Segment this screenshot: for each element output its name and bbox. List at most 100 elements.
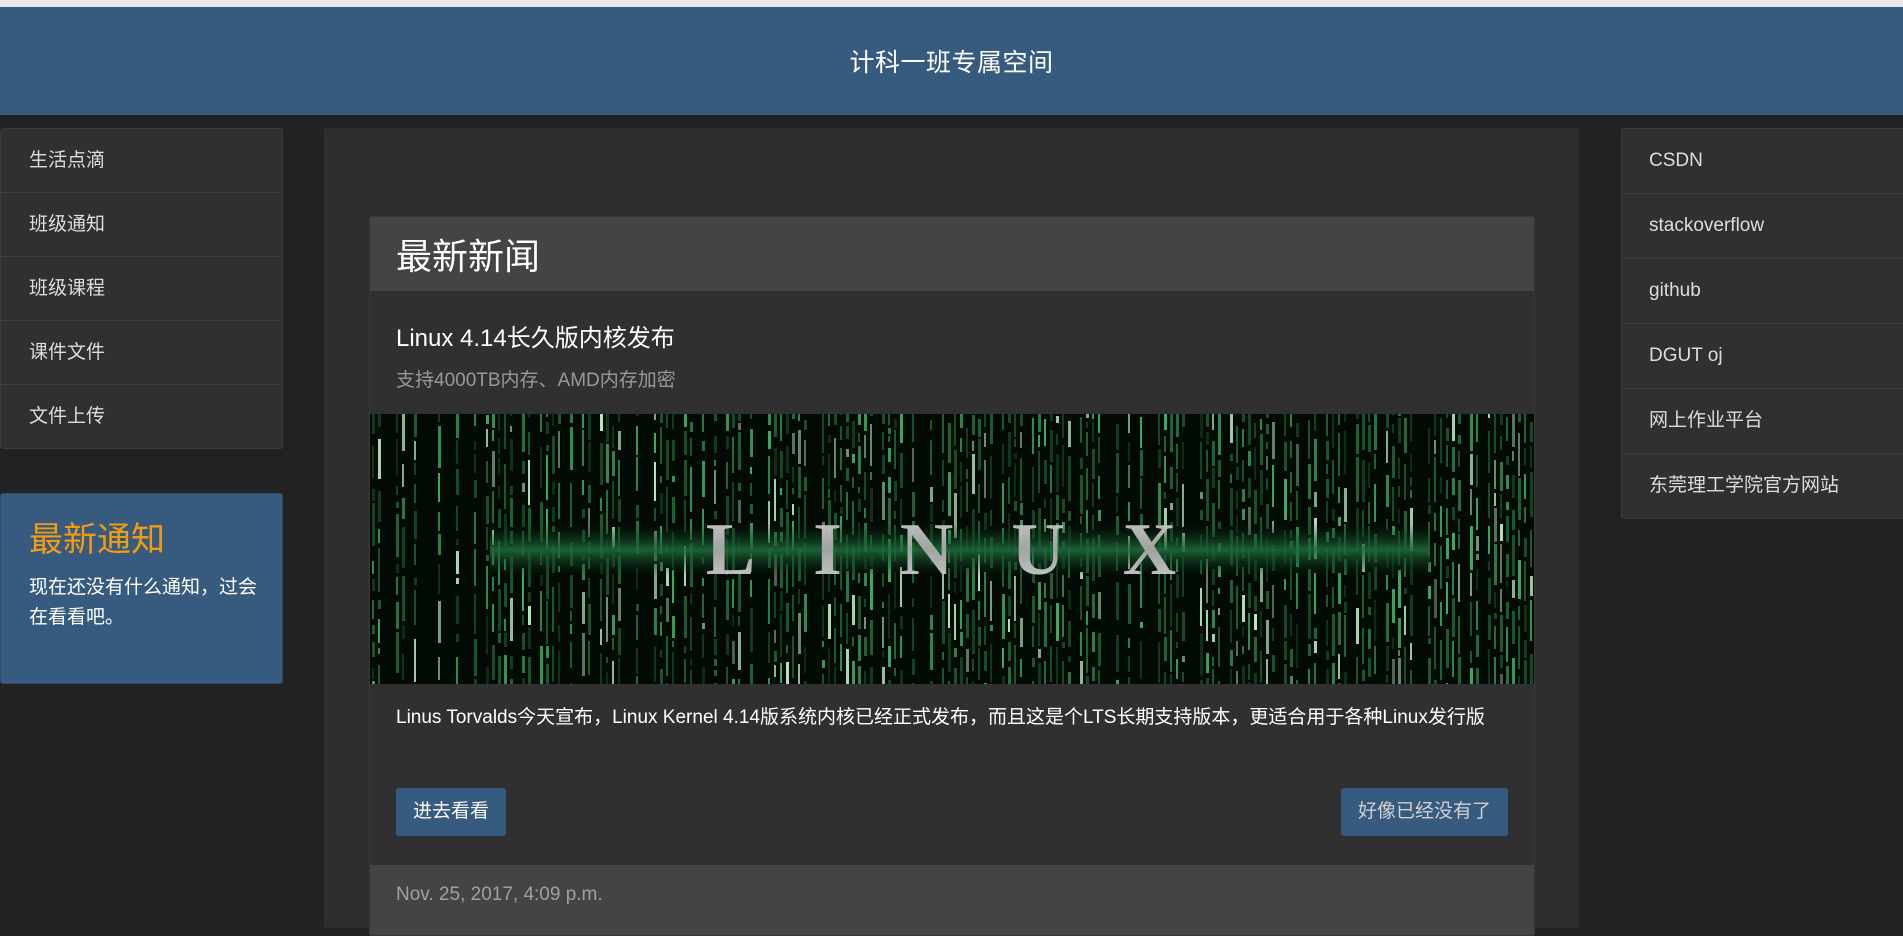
nav-item-file-upload[interactable]: 文件上传 — [1, 385, 282, 448]
matrix-rain-streak — [1326, 651, 1329, 660]
matrix-rain-streak — [558, 414, 561, 424]
matrix-rain-streak — [474, 512, 476, 544]
matrix-rain-streak — [738, 483, 741, 491]
matrix-rain-streak — [1512, 475, 1515, 498]
matrix-rain-streak — [792, 433, 795, 454]
nav-item-class-courses[interactable]: 班级课程 — [1, 257, 282, 321]
matrix-rain-streak — [834, 597, 836, 616]
matrix-rain-streak — [1344, 585, 1346, 597]
matrix-rain-streak — [894, 430, 896, 469]
matrix-rain-streak — [1098, 476, 1100, 499]
nav-item-class-notice[interactable]: 班级通知 — [1, 193, 282, 257]
matrix-rain-streak — [492, 577, 494, 591]
matrix-rain-streak — [1290, 472, 1292, 493]
matrix-rain-streak — [978, 648, 980, 680]
matrix-rain-streak — [1356, 457, 1359, 502]
no-more-button[interactable]: 好像已经没有了 — [1340, 788, 1508, 836]
matrix-rain-streak — [888, 436, 890, 442]
matrix-rain-streak — [1308, 420, 1310, 459]
matrix-rain-streak — [1458, 451, 1460, 467]
matrix-rain-streak — [612, 451, 615, 476]
matrix-rain-streak — [588, 485, 591, 503]
matrix-rain-streak — [966, 428, 968, 458]
matrix-rain-streak — [486, 496, 489, 524]
matrix-rain-streak — [1098, 414, 1100, 433]
enter-button[interactable]: 进去看看 — [396, 788, 507, 836]
matrix-rain-streak — [1392, 659, 1395, 684]
nav-item-course-files[interactable]: 课件文件 — [1, 321, 282, 385]
matrix-rain-streak — [618, 460, 620, 496]
matrix-rain-streak — [498, 633, 501, 643]
matrix-rain-streak — [1218, 460, 1221, 477]
matrix-rain-streak — [540, 414, 542, 432]
matrix-rain-streak — [852, 454, 855, 463]
link-github[interactable]: github — [1622, 259, 1903, 324]
matrix-rain-streak — [1434, 513, 1436, 531]
matrix-rain-graphic: LINUX — [370, 414, 1534, 684]
matrix-rain-streak — [768, 414, 771, 425]
matrix-rain-streak — [456, 551, 459, 574]
matrix-rain-streak — [1050, 605, 1052, 633]
matrix-rain-streak — [1434, 579, 1437, 618]
matrix-rain-streak — [972, 659, 974, 671]
matrix-rain-streak — [1032, 596, 1035, 623]
matrix-rain-streak — [1038, 613, 1040, 646]
matrix-rain-streak — [504, 633, 507, 647]
matrix-rain-streak — [1434, 440, 1436, 454]
matrix-rain-streak — [1524, 414, 1526, 443]
matrix-rain-streak — [1164, 597, 1166, 634]
link-dgut-oj[interactable]: DGUT oj — [1622, 324, 1903, 389]
matrix-rain-streak — [1086, 628, 1088, 673]
matrix-rain-streak — [822, 674, 824, 684]
matrix-rain-streak — [912, 618, 914, 651]
matrix-rain-streak — [1368, 414, 1370, 422]
matrix-rain-streak — [636, 615, 638, 640]
matrix-rain-streak — [636, 457, 638, 491]
matrix-rain-streak — [1296, 491, 1298, 520]
link-dgut-official-site[interactable]: 东莞理工学院官方网站 — [1622, 454, 1903, 518]
matrix-rain-streak — [552, 414, 554, 426]
matrix-rain-streak — [852, 595, 855, 625]
matrix-rain-streak — [750, 664, 753, 684]
matrix-rain-streak — [570, 483, 572, 527]
matrix-rain-streak — [1092, 414, 1094, 419]
matrix-rain-streak — [1470, 454, 1473, 485]
matrix-rain-streak — [1494, 460, 1496, 489]
link-homework-platform[interactable]: 网上作业平台 — [1622, 389, 1903, 454]
matrix-rain-streak — [780, 663, 782, 683]
matrix-rain-streak — [438, 473, 440, 502]
matrix-rain-streak — [870, 667, 873, 684]
matrix-rain-streak — [582, 430, 584, 466]
matrix-rain-streak — [1428, 428, 1430, 464]
left-nav: 生活点滴 班级通知 班级课程 课件文件 文件上传 — [0, 128, 283, 449]
matrix-rain-streak — [774, 448, 777, 476]
matrix-rain-streak — [1332, 614, 1335, 656]
link-csdn[interactable]: CSDN — [1622, 129, 1903, 194]
matrix-rain-streak — [1056, 434, 1058, 445]
matrix-rain-streak — [702, 667, 705, 684]
matrix-rain-streak — [570, 575, 573, 608]
matrix-rain-streak — [1512, 510, 1515, 530]
matrix-rain-streak — [1296, 573, 1298, 609]
matrix-rain-streak — [1080, 586, 1082, 620]
matrix-rain-streak — [768, 678, 770, 684]
matrix-rain-streak — [840, 485, 842, 502]
matrix-rain-streak — [660, 606, 662, 614]
matrix-rain-streak — [1158, 609, 1161, 632]
nav-item-life[interactable]: 生活点滴 — [1, 129, 282, 193]
matrix-rain-streak — [1068, 590, 1071, 609]
matrix-rain-streak — [510, 426, 512, 432]
matrix-rain-streak — [1056, 416, 1059, 423]
matrix-rain-streak — [1038, 414, 1041, 432]
matrix-rain-streak — [1458, 414, 1461, 424]
matrix-rain-streak — [1494, 626, 1496, 649]
matrix-rain-streak — [870, 424, 872, 466]
matrix-rain-streak — [1338, 573, 1341, 604]
matrix-rain-streak — [798, 613, 801, 654]
link-stackoverflow[interactable]: stackoverflow — [1622, 194, 1903, 259]
matrix-rain-streak — [726, 634, 729, 655]
matrix-rain-streak — [414, 578, 417, 585]
matrix-rain-streak — [1458, 534, 1460, 549]
matrix-rain-streak — [660, 584, 663, 596]
matrix-rain-streak — [930, 633, 933, 670]
